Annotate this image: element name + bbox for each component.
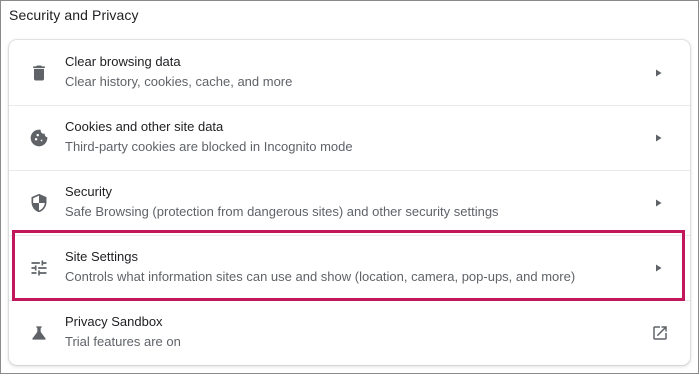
row-text: Security Safe Browsing (protection from … — [65, 184, 499, 220]
shield-icon — [29, 193, 49, 213]
flask-icon — [29, 323, 49, 343]
row-description: Safe Browsing (protection from dangerous… — [65, 204, 499, 219]
tune-icon — [29, 258, 49, 278]
row-label: Cookies and other site data — [65, 119, 224, 134]
row-text: Cookies and other site data Third-party … — [65, 119, 353, 155]
row-cookies-site-data[interactable]: Cookies and other site data Third-party … — [9, 105, 690, 170]
row-description: Controls what information sites can use … — [65, 269, 576, 284]
row-site-settings[interactable]: Site Settings Controls what information … — [9, 235, 690, 300]
trash-icon — [29, 63, 49, 83]
security-privacy-card: Clear browsing data Clear history, cooki… — [9, 40, 690, 365]
row-text: Clear browsing data Clear history, cooki… — [65, 54, 292, 90]
row-label: Clear browsing data — [65, 54, 181, 69]
row-text: Site Settings Controls what information … — [65, 249, 575, 285]
row-description: Trial features are on — [65, 334, 181, 349]
chevron-right-icon[interactable] — [652, 67, 664, 79]
row-description: Clear history, cookies, cache, and more — [65, 74, 293, 89]
open-in-new-icon[interactable] — [651, 324, 669, 342]
row-label: Privacy Sandbox — [65, 314, 163, 329]
row-security[interactable]: Security Safe Browsing (protection from … — [9, 170, 690, 235]
row-label: Site Settings — [65, 249, 138, 264]
row-description: Third-party cookies are blocked in Incog… — [65, 139, 353, 154]
row-clear-browsing-data[interactable]: Clear browsing data Clear history, cooki… — [9, 40, 690, 105]
chevron-right-icon[interactable] — [652, 132, 664, 144]
row-text: Privacy Sandbox Trial features are on — [65, 314, 181, 350]
chevron-right-icon[interactable] — [652, 262, 664, 274]
cookie-icon — [29, 128, 49, 148]
section-title: Security and Privacy — [9, 7, 139, 23]
row-privacy-sandbox[interactable]: Privacy Sandbox Trial features are on — [9, 300, 690, 365]
row-label: Security — [65, 184, 112, 199]
chevron-right-icon[interactable] — [652, 197, 664, 209]
settings-panel: Security and Privacy Clear browsing data… — [0, 0, 699, 374]
